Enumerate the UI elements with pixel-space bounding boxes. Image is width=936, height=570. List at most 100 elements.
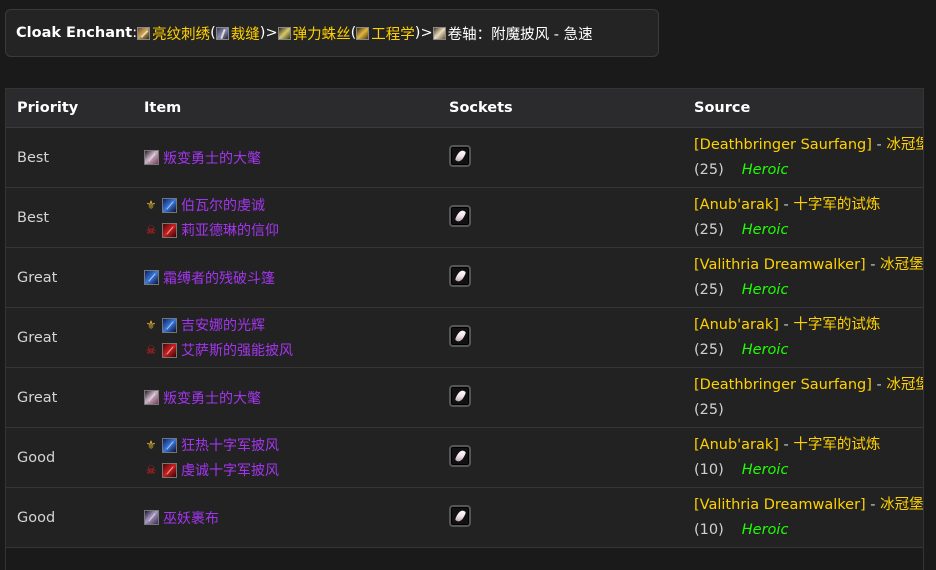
zone-link[interactable]: 冰冠堡垒 bbox=[880, 497, 923, 513]
raid-size: (25) bbox=[694, 341, 724, 358]
boss-link[interactable]: [Anub'arak] bbox=[694, 437, 779, 453]
item-link[interactable]: 伯瓦尔的虔诚 bbox=[181, 195, 265, 215]
item-link[interactable]: 艾萨斯的强能披风 bbox=[181, 340, 293, 360]
source-separator: - bbox=[871, 136, 887, 153]
raid-size: (25) bbox=[694, 281, 724, 298]
horde-faction-icon: ☠ bbox=[145, 223, 157, 237]
table-row: Great ⚜ 吉安娜的光辉 ☠ 艾萨斯的强能披风 [Anub'arak] - 十字军的试… bbox=[6, 307, 923, 368]
priority-cell: Great bbox=[6, 367, 133, 428]
source-separator: - bbox=[865, 496, 881, 513]
item-cell: ⚜ 狂热十字军披风 ☠ 虔诚十字军披风 bbox=[133, 427, 438, 488]
profession-link-tailoring[interactable]: 裁缝 bbox=[231, 23, 260, 44]
item-link[interactable]: 吉安娜的光辉 bbox=[181, 315, 265, 335]
sockets-cell bbox=[438, 247, 683, 308]
cloak-red-item-icon[interactable] bbox=[162, 222, 177, 238]
cloak-blue-item-icon[interactable] bbox=[144, 270, 159, 285]
header-sockets[interactable]: Sockets bbox=[438, 89, 683, 128]
boss-link[interactable]: [Valithria Dreamwalker] bbox=[694, 257, 866, 273]
gem-socket-icon[interactable] bbox=[449, 324, 471, 347]
horde-faction-icon: ☠ bbox=[145, 463, 157, 477]
alliance-faction-icon: ⚜ bbox=[145, 198, 157, 212]
boss-link[interactable]: [Valithria Dreamwalker] bbox=[694, 497, 866, 513]
gem-socket-icon[interactable] bbox=[449, 444, 471, 467]
gear-table-container: Priority Item Sockets Source Best 叛变勇士的大氅… bbox=[5, 88, 924, 570]
cloak-red-item-icon[interactable] bbox=[162, 462, 177, 478]
sockets-cell bbox=[438, 487, 683, 548]
priority-cell: Great bbox=[6, 247, 133, 308]
item-link[interactable]: 叛变勇士的大氅 bbox=[163, 148, 261, 168]
engineering-icon bbox=[356, 26, 370, 40]
priority-label: Great bbox=[17, 329, 58, 346]
boss-link[interactable]: [Deathbringer Saurfang] bbox=[694, 137, 872, 153]
zone-link[interactable]: 十字军的试炼 bbox=[793, 197, 880, 213]
header-priority[interactable]: Priority bbox=[6, 89, 133, 128]
sockets-cell bbox=[438, 187, 683, 248]
source-text: [Deathbringer Saurfang] - 冰冠堡垒 (25) bbox=[694, 373, 923, 423]
zone-link[interactable]: 冰冠堡垒 bbox=[886, 137, 923, 153]
source-text: [Anub'arak] - 十字军的试炼 (10) Heroic bbox=[694, 433, 923, 483]
header-item[interactable]: Item bbox=[133, 89, 438, 128]
raid-size: (10) bbox=[694, 521, 724, 538]
item-link[interactable]: 莉亚德琳的信仰 bbox=[181, 220, 279, 240]
cloak-blue-item-icon[interactable] bbox=[162, 197, 177, 213]
item-link[interactable]: 虔诚十字军披风 bbox=[181, 460, 279, 480]
raid-size: (25) bbox=[694, 221, 724, 238]
cloak-purple-item-icon[interactable] bbox=[144, 510, 159, 525]
gem-socket-icon[interactable] bbox=[449, 204, 471, 227]
source-cell: [Anub'arak] - 十字军的试炼 (25) Heroic bbox=[683, 187, 923, 248]
cloak-blue-item-icon[interactable] bbox=[162, 317, 177, 333]
scroll-link[interactable]: 卷轴：附魔披风 - 急速 bbox=[448, 23, 593, 44]
item-link[interactable]: 狂热十字军披风 bbox=[181, 435, 279, 455]
boss-link[interactable]: [Anub'arak] bbox=[694, 317, 779, 333]
source-separator: - bbox=[778, 196, 794, 213]
item-line: ⚜ 狂热十字军披风 bbox=[144, 433, 438, 458]
cloak-pale-item-icon[interactable] bbox=[144, 390, 159, 405]
heroic-tag: Heroic bbox=[741, 461, 789, 478]
item-line: ⚜ 伯瓦尔的虔诚 bbox=[144, 193, 438, 218]
priority-cell: Best bbox=[6, 187, 133, 248]
zone-link[interactable]: 十字军的试炼 bbox=[793, 317, 880, 333]
priority-label: Best bbox=[17, 209, 50, 226]
gem-socket-icon[interactable] bbox=[449, 264, 471, 287]
source-text: [Valithria Dreamwalker] - 冰冠堡垒 (10) Heroi… bbox=[694, 493, 923, 543]
boss-link[interactable]: [Deathbringer Saurfang] bbox=[694, 377, 872, 393]
source-text: [Valithria Dreamwalker] - 冰冠堡垒 (25) Heroi… bbox=[694, 253, 923, 303]
source-separator: - bbox=[865, 256, 881, 273]
enchanting-icon bbox=[137, 26, 151, 40]
zone-link[interactable]: 冰冠堡垒 bbox=[886, 377, 923, 393]
sockets-cell bbox=[438, 127, 683, 188]
item-link[interactable]: 霜缚者的残破斗篷 bbox=[163, 268, 275, 288]
gear-table: Priority Item Sockets Source Best 叛变勇士的大氅… bbox=[6, 89, 923, 548]
tailoring-icon bbox=[215, 26, 229, 40]
table-row: Good 巫妖裹布 [Valithria Dreamwalker] - 冰冠堡垒 (… bbox=[6, 487, 923, 548]
item-link[interactable]: 巫妖裹布 bbox=[163, 508, 219, 528]
horde-faction-icon: ☠ bbox=[145, 343, 157, 357]
item-line: 叛变勇士的大氅 bbox=[144, 385, 438, 410]
item-cell: ⚜ 伯瓦尔的虔诚 ☠ 莉亚德琳的信仰 bbox=[133, 187, 438, 248]
item-cell: 叛变勇士的大氅 bbox=[133, 127, 438, 188]
heroic-tag: Heroic bbox=[741, 161, 789, 178]
gem-socket-icon[interactable] bbox=[449, 384, 471, 407]
zone-link[interactable]: 冰冠堡垒 bbox=[880, 257, 923, 273]
cloak-red-item-icon[interactable] bbox=[162, 342, 177, 358]
priority-label: Great bbox=[17, 269, 58, 286]
source-text: [Anub'arak] - 十字军的试炼 (25) Heroic bbox=[694, 193, 923, 243]
priority-cell: Good bbox=[6, 427, 133, 488]
material-link-2[interactable]: 弹力蛛丝 bbox=[293, 23, 351, 44]
gem-socket-icon[interactable] bbox=[449, 504, 471, 527]
zone-link[interactable]: 十字军的试炼 bbox=[793, 437, 880, 453]
item-line: ☠ 莉亚德琳的信仰 bbox=[144, 218, 438, 243]
header-source[interactable]: Source bbox=[683, 89, 923, 128]
priority-cell: Best bbox=[6, 127, 133, 188]
item-line: 霜缚者的残破斗篷 bbox=[144, 265, 438, 290]
profession-link-engineering[interactable]: 工程学 bbox=[371, 23, 415, 44]
cloak-blue-item-icon[interactable] bbox=[162, 437, 177, 453]
gem-socket-icon[interactable] bbox=[449, 144, 471, 167]
item-link[interactable]: 叛变勇士的大氅 bbox=[163, 388, 261, 408]
cloak-pale-item-icon[interactable] bbox=[144, 150, 159, 165]
source-cell: [Anub'arak] - 十字军的试炼 (10) Heroic bbox=[683, 427, 923, 488]
material-link-1[interactable]: 亮纹刺绣 bbox=[152, 23, 210, 44]
boss-link[interactable]: [Anub'arak] bbox=[694, 197, 779, 213]
spider-thread-icon bbox=[277, 26, 291, 40]
priority-cell: Great bbox=[6, 307, 133, 368]
